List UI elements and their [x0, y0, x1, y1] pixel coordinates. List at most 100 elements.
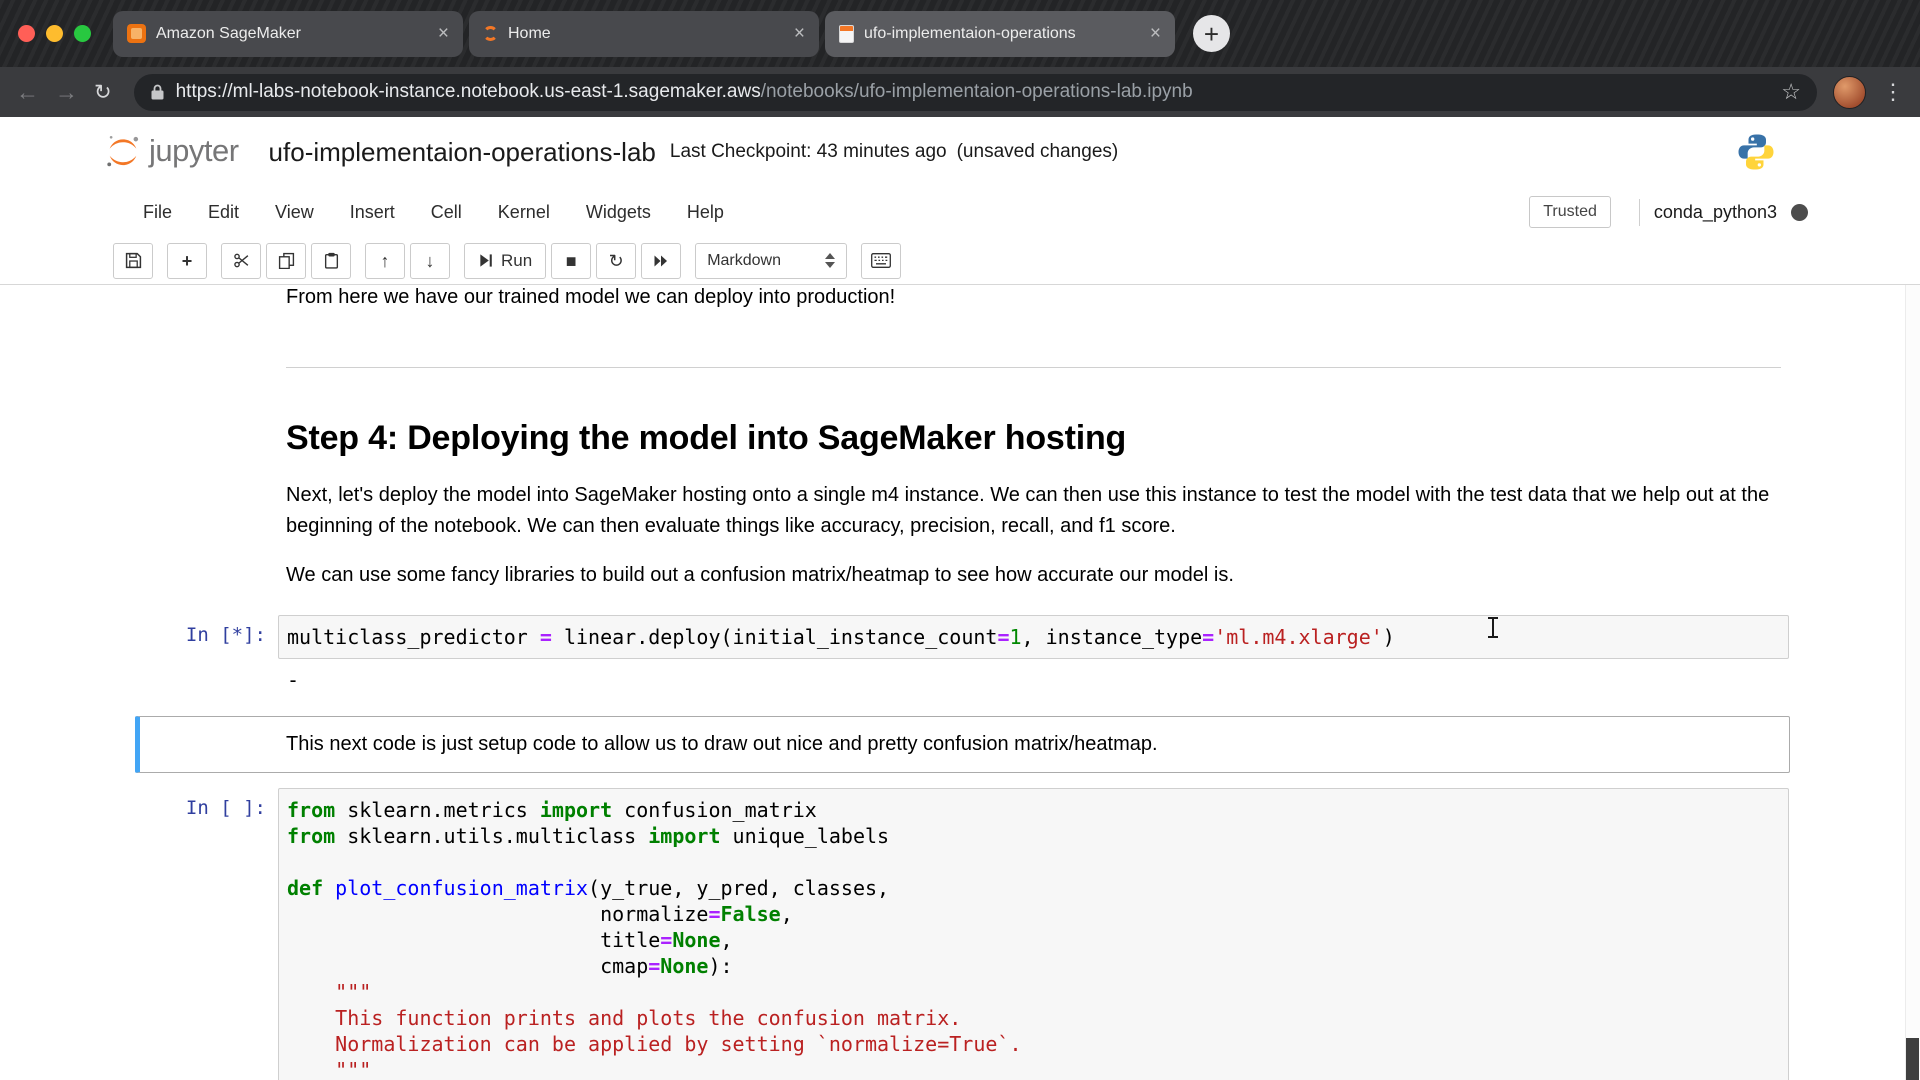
cell-output: - [278, 659, 1789, 693]
cell-prompt: In [ ]: [140, 788, 278, 1080]
minimize-window-button[interactable] [46, 25, 63, 42]
code-line: from sklearn.metrics import confusion_ma… [287, 797, 1780, 823]
menu-cell[interactable]: Cell [413, 202, 480, 223]
code-line: from sklearn.utils.multiclass import uni… [287, 823, 1780, 849]
jupyter-logo[interactable]: jupyter [104, 133, 239, 171]
code-editor[interactable]: multiclass_predictor = linear.deploy(ini… [287, 624, 1780, 650]
url-host: https://ml-labs-notebook-instance.notebo… [176, 81, 761, 102]
markdown-p: From here we have our trained model we c… [286, 285, 1781, 313]
code-line [287, 849, 1780, 875]
move-cell-up-button[interactable]: ↑ [365, 243, 405, 279]
code-line: multiclass_predictor = linear.deploy(ini… [287, 624, 1780, 650]
markdown-hr [286, 367, 1781, 368]
sagemaker-icon [127, 24, 146, 43]
close-window-button[interactable] [18, 25, 35, 42]
close-tab-icon[interactable]: × [794, 24, 805, 43]
kernel-separator [1639, 199, 1640, 226]
menu-file[interactable]: File [125, 202, 190, 223]
menu-edit[interactable]: Edit [190, 202, 257, 223]
menu-kernel[interactable]: Kernel [480, 202, 568, 223]
python-logo-icon [1736, 132, 1776, 172]
cell-type-select[interactable]: Markdown [695, 243, 847, 279]
browser-profile-avatar[interactable] [1833, 76, 1866, 109]
url-path: /notebooks/ufo-implementaion-operations-… [761, 81, 1193, 102]
jupyter-icon [483, 26, 498, 41]
code-line: title=None, [287, 927, 1780, 953]
menu-help[interactable]: Help [669, 202, 742, 223]
cut-cell-button[interactable] [221, 243, 261, 279]
jupyter-logo-icon [104, 133, 142, 171]
markdown-p: Next, let's deploy the model into SageMa… [286, 480, 1781, 542]
cell-body: Step 4: Deploying the model into SageMak… [278, 370, 1789, 591]
macos-traffic-lights [18, 25, 91, 42]
tab-amazon-sagemaker[interactable]: Amazon SageMaker × [113, 11, 463, 57]
menu-insert[interactable]: Insert [332, 202, 413, 223]
move-cell-down-button[interactable]: ↓ [410, 243, 450, 279]
address-bar[interactable]: https://ml-labs-notebook-instance.notebo… [134, 74, 1817, 111]
kernel-busy-indicator [1791, 204, 1808, 221]
menu-widgets[interactable]: Widgets [568, 202, 669, 223]
cell-prompt [140, 285, 278, 368]
jupyter-logo-text: jupyter [149, 133, 239, 171]
notebook-content[interactable]: From here we have our trained model we c… [0, 285, 1920, 1080]
bookmark-star-icon[interactable]: ☆ [1781, 79, 1801, 105]
jupyter-toolbar: + [0, 237, 1920, 285]
copy-cell-button[interactable] [266, 243, 306, 279]
markdown-rendered: Step 4: Deploying the model into SageMak… [278, 418, 1789, 591]
cell-prompt [140, 370, 278, 591]
paste-cell-button[interactable] [311, 243, 351, 279]
markdown-rendered: This next code is just setup code to all… [278, 717, 1789, 772]
notebook-title[interactable]: ufo-implementaion-operations-lab [269, 137, 656, 168]
cell-type-value: Markdown [707, 253, 781, 269]
menu-view[interactable]: View [257, 202, 332, 223]
markdown-cell[interactable]: This next code is just setup code to all… [135, 716, 1790, 773]
save-icon [125, 252, 142, 269]
markdown-p: We can use some fancy libraries to build… [286, 560, 1781, 591]
code-line: normalize=False, [287, 901, 1780, 927]
tab-home[interactable]: Home × [469, 11, 819, 57]
cell-prompt [140, 717, 278, 772]
markdown-cell[interactable]: Step 4: Deploying the model into SageMak… [135, 369, 1790, 592]
reload-icon[interactable]: ↻ [94, 82, 112, 103]
forward-icon[interactable]: → [55, 81, 78, 104]
code-cell[interactable]: In [ ]: from sklearn.metrics import confu… [135, 787, 1790, 1080]
markdown-cell[interactable]: From here we have our trained model we c… [135, 285, 1790, 369]
save-button[interactable] [113, 243, 153, 279]
interrupt-kernel-button[interactable]: ■ [551, 243, 591, 279]
code-input-area[interactable]: multiclass_predictor = linear.deploy(ini… [278, 615, 1789, 659]
zoom-window-button[interactable] [74, 25, 91, 42]
scrollbar-thumb[interactable] [1906, 1038, 1919, 1080]
markdown-h2: Step 4: Deploying the model into SageMak… [286, 418, 1781, 458]
trusted-button[interactable]: Trusted [1529, 196, 1611, 228]
code-line: Normalization can be applied by setting … [287, 1031, 1780, 1057]
restart-run-all-button[interactable] [641, 243, 681, 279]
keyboard-icon [871, 253, 891, 268]
scrollbar-track[interactable] [1905, 285, 1920, 1080]
browser-tabs: Amazon SageMaker × Home × ufo-implementa… [113, 11, 1175, 57]
browser-menu-icon[interactable]: ⋮ [1882, 81, 1904, 103]
tab-ufo-implementaion-operations[interactable]: ufo-implementaion-operations × [825, 11, 1175, 57]
url-text: https://ml-labs-notebook-instance.notebo… [176, 81, 1193, 103]
new-tab-button[interactable]: + [1193, 15, 1230, 52]
tab-strip: Amazon SageMaker × Home × ufo-implementa… [0, 0, 1920, 67]
fast-forward-icon [653, 254, 669, 268]
run-cell-button[interactable]: Run [464, 243, 546, 279]
restart-kernel-button[interactable]: ↻ [596, 243, 636, 279]
close-tab-icon[interactable]: × [438, 24, 449, 43]
run-icon [478, 253, 493, 268]
close-tab-icon[interactable]: × [1150, 24, 1161, 43]
code-input-area[interactable]: from sklearn.metrics import confusion_ma… [278, 788, 1789, 1080]
run-label: Run [501, 252, 532, 269]
command-palette-button[interactable] [861, 243, 901, 279]
notebook-icon [839, 25, 854, 43]
code-line: """ [287, 979, 1780, 1005]
add-cell-button[interactable]: + [167, 243, 207, 279]
back-icon[interactable]: ← [16, 81, 39, 104]
cut-icon [233, 252, 250, 269]
tab-title: Amazon SageMaker [156, 25, 428, 43]
code-editor[interactable]: from sklearn.metrics import confusion_ma… [287, 797, 1780, 1080]
menu-right-group: Trusted conda_python3 [1529, 196, 1808, 228]
jupyter-menu-bar: File Edit View Insert Cell Kernel Widget… [0, 187, 1920, 237]
mouse-cursor-ibeam [1487, 615, 1499, 640]
code-cell[interactable]: In [*]:multiclass_predictor = linear.dep… [135, 614, 1790, 694]
